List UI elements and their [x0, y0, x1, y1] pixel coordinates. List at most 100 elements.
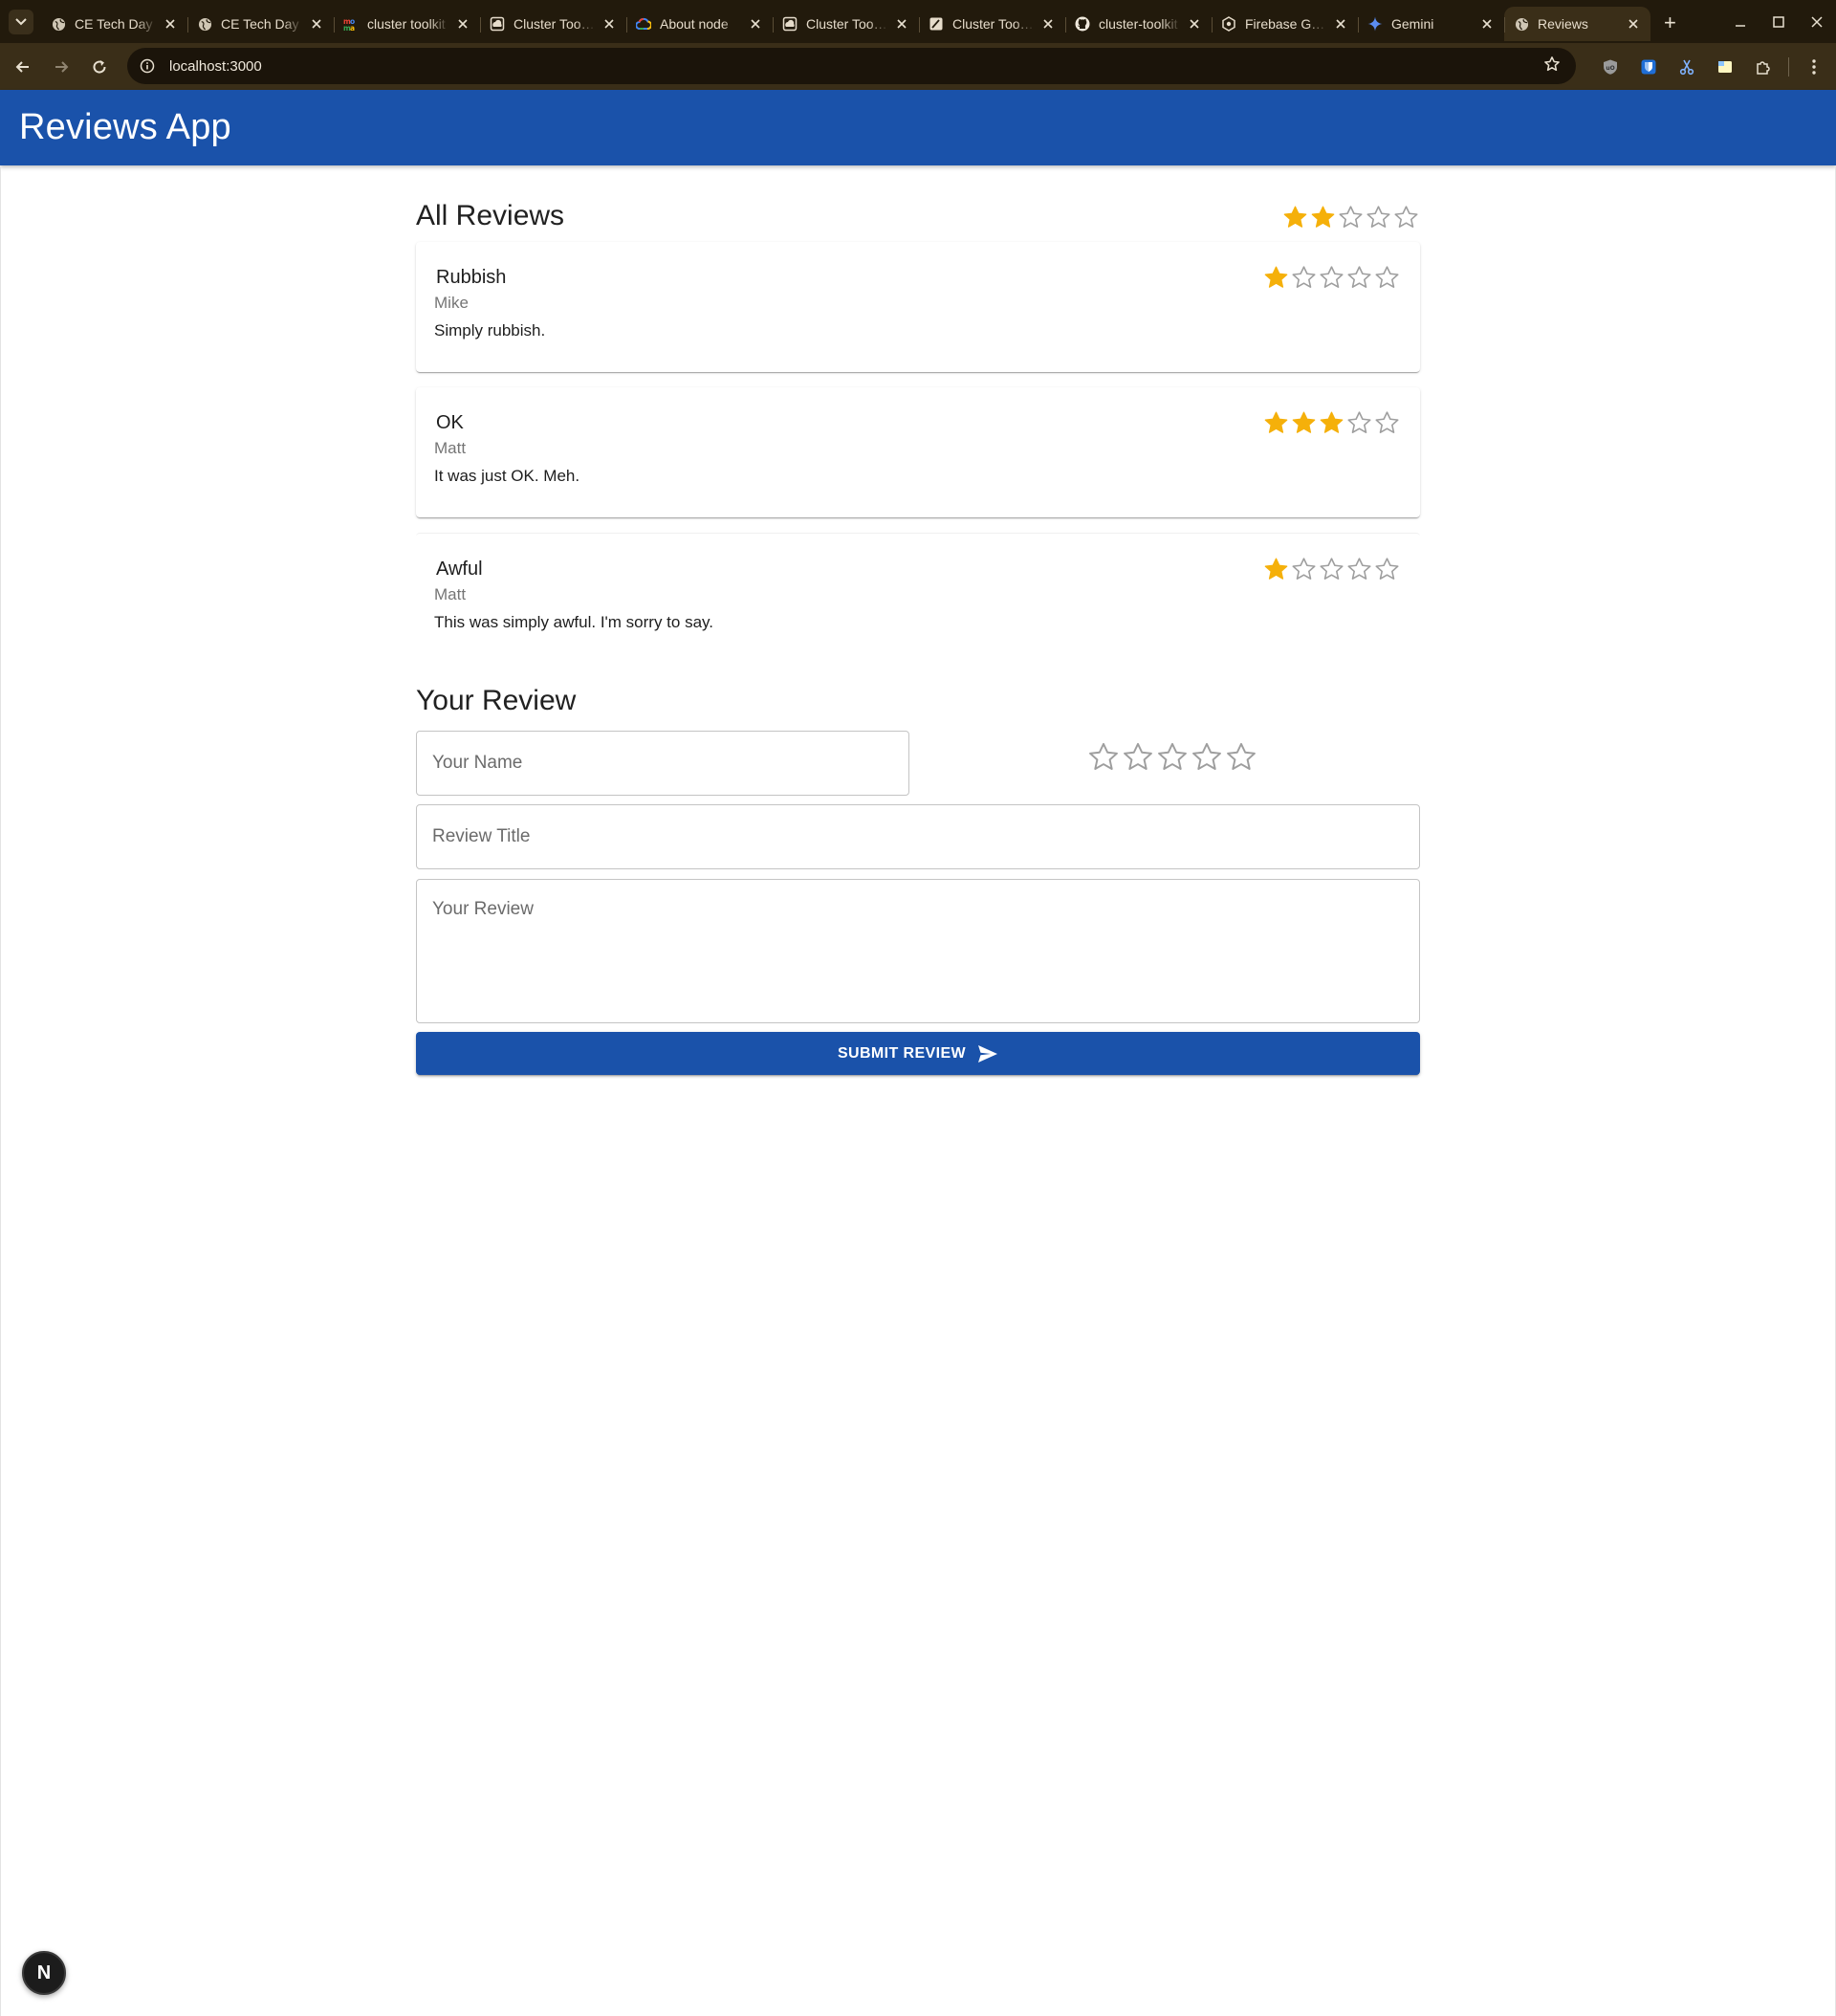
- github-icon: [1075, 16, 1090, 32]
- tab-title: About node: [660, 16, 729, 32]
- tab[interactable]: Cluster Toolkit: [919, 7, 1065, 41]
- star-empty-icon: [1292, 558, 1316, 580]
- tab[interactable]: CE Tech Day: [187, 7, 334, 41]
- site-info-icon[interactable]: [139, 57, 156, 75]
- dev-badge-label: N: [36, 1961, 52, 1983]
- submit-review-label: Submit Review: [837, 1044, 967, 1062]
- star-empty-icon[interactable]: [1190, 740, 1224, 775]
- tab-close-icon[interactable]: [1626, 16, 1641, 33]
- bookmark-star-icon[interactable]: [1543, 55, 1563, 77]
- globe-icon: [51, 16, 66, 32]
- review-author: Matt: [434, 439, 467, 457]
- review-text-field[interactable]: [416, 879, 1420, 1023]
- tab-close-icon[interactable]: [1333, 16, 1348, 33]
- review-text: This was simply awful. I'm sorry to say.: [434, 613, 713, 631]
- address-bar[interactable]: localhost:3000: [127, 48, 1576, 84]
- review-text: It was just OK. Meh.: [434, 467, 580, 485]
- review-title-field[interactable]: [416, 804, 1420, 869]
- tab-close-icon[interactable]: [309, 16, 324, 33]
- nextjs-icon[interactable]: N: [22, 1951, 66, 1995]
- tab-list: CE Tech Day CE Tech Day m o m a cluster toolki…: [41, 2, 1650, 41]
- tab[interactable]: Cluster Toolkit: [773, 7, 919, 41]
- minimize-icon[interactable]: [1721, 0, 1760, 43]
- tab[interactable]: CE Tech Day: [41, 7, 187, 41]
- star-filled-icon: [1292, 411, 1316, 433]
- tab-close-icon[interactable]: [748, 16, 763, 33]
- tab-title: Gemini: [1391, 16, 1434, 32]
- browser-toolbar: localhost:3000 uO: [0, 43, 1836, 90]
- star-empty-icon: [1394, 206, 1418, 228]
- app-bar: Reviews App: [0, 90, 1836, 165]
- close-window-icon[interactable]: [1798, 0, 1836, 43]
- tab-close-icon[interactable]: [1479, 16, 1495, 33]
- menu-kebab-icon[interactable]: [1795, 48, 1833, 86]
- tab[interactable]: m o m a cluster toolkit: [334, 7, 480, 41]
- svg-text:a: a: [350, 24, 355, 31]
- globe-icon: [197, 16, 212, 32]
- tab-search-icon[interactable]: [9, 9, 33, 34]
- scissors-icon[interactable]: [1668, 48, 1706, 86]
- tab-close-icon[interactable]: [163, 16, 178, 33]
- star-filled-icon: [1264, 411, 1288, 433]
- tab-close-icon[interactable]: [601, 16, 617, 33]
- window-controls: [1721, 0, 1836, 43]
- review-card: Rubbish Mike Simply rubbish.: [416, 242, 1420, 372]
- tab-close-icon[interactable]: [455, 16, 470, 33]
- review-list: Rubbish Mike Simply rubbish. OK Matt It was j…: [416, 242, 1420, 663]
- tab-title: cluster-toolkit: [1099, 16, 1178, 32]
- tab-close-icon[interactable]: [1040, 16, 1056, 33]
- send-icon: [978, 1044, 998, 1063]
- notes-extension-icon[interactable]: [1706, 48, 1744, 86]
- maximize-icon[interactable]: [1760, 0, 1798, 43]
- ublock-shield-icon[interactable]: uO: [1591, 48, 1629, 86]
- app-title: Reviews App: [19, 107, 231, 147]
- average-rating-stars: [1281, 204, 1420, 231]
- review-card: Awful Matt This was simply awful. I'm sorr…: [416, 533, 1420, 663]
- name-field[interactable]: [416, 731, 909, 796]
- tab-close-icon[interactable]: [1187, 16, 1202, 33]
- back-icon[interactable]: [5, 49, 41, 85]
- review-rating-stars: [1262, 556, 1401, 583]
- submit-review-button[interactable]: Submit Review: [416, 1032, 1420, 1075]
- star-filled-icon: [1320, 411, 1344, 433]
- all-reviews-header: All Reviews: [416, 165, 1420, 242]
- star-filled-icon: [1264, 558, 1288, 580]
- tab-active[interactable]: Reviews: [1504, 7, 1650, 41]
- new-tab-icon[interactable]: +: [1664, 11, 1676, 35]
- your-review-heading: Your Review: [416, 685, 577, 716]
- star-filled-icon: [1311, 206, 1335, 228]
- tab[interactable]: Cluster Toolkit: [480, 7, 626, 41]
- google-cloud-icon: [636, 16, 651, 32]
- review-title: Rubbish: [436, 267, 507, 288]
- star-empty-icon[interactable]: [1155, 740, 1190, 775]
- star-empty-icon: [1292, 266, 1316, 288]
- extensions-puzzle-icon[interactable]: [1744, 48, 1782, 86]
- tab[interactable]: cluster-toolkit: [1065, 7, 1212, 41]
- reload-icon[interactable]: [81, 49, 118, 85]
- bitwarden-shield-icon[interactable]: [1629, 48, 1668, 86]
- browser-tab-strip: CE Tech Day CE Tech Day m o m a cluster toolki…: [0, 0, 1836, 43]
- star-empty-icon: [1347, 266, 1371, 288]
- edit-doc-icon: [929, 16, 944, 32]
- review-card: OK Matt It was just OK. Meh.: [416, 387, 1420, 517]
- tab-title: cluster toolkit: [367, 16, 446, 32]
- address-url[interactable]: localhost:3000: [169, 58, 1543, 75]
- star-empty-icon: [1347, 411, 1371, 433]
- tab-close-icon[interactable]: [894, 16, 909, 33]
- star-empty-icon[interactable]: [1121, 740, 1155, 775]
- tab[interactable]: Gemini: [1358, 7, 1504, 41]
- star-empty-icon[interactable]: [1224, 740, 1258, 775]
- tab-title: Cluster Toolkit: [806, 16, 888, 32]
- star-empty-icon: [1375, 411, 1399, 433]
- toolbar-divider: [1788, 56, 1789, 77]
- tab[interactable]: About node: [626, 7, 773, 41]
- star-empty-icon[interactable]: [1086, 740, 1121, 775]
- tab[interactable]: Firebase Genkit: [1212, 7, 1358, 41]
- star-empty-icon: [1366, 206, 1390, 228]
- forward-icon[interactable]: [43, 49, 79, 85]
- rating-input-stars[interactable]: [1086, 740, 1258, 775]
- cloud-doc-icon: [490, 16, 505, 32]
- review-text: Simply rubbish.: [434, 321, 546, 340]
- star-empty-icon: [1347, 558, 1371, 580]
- review-rating-stars: [1262, 409, 1401, 437]
